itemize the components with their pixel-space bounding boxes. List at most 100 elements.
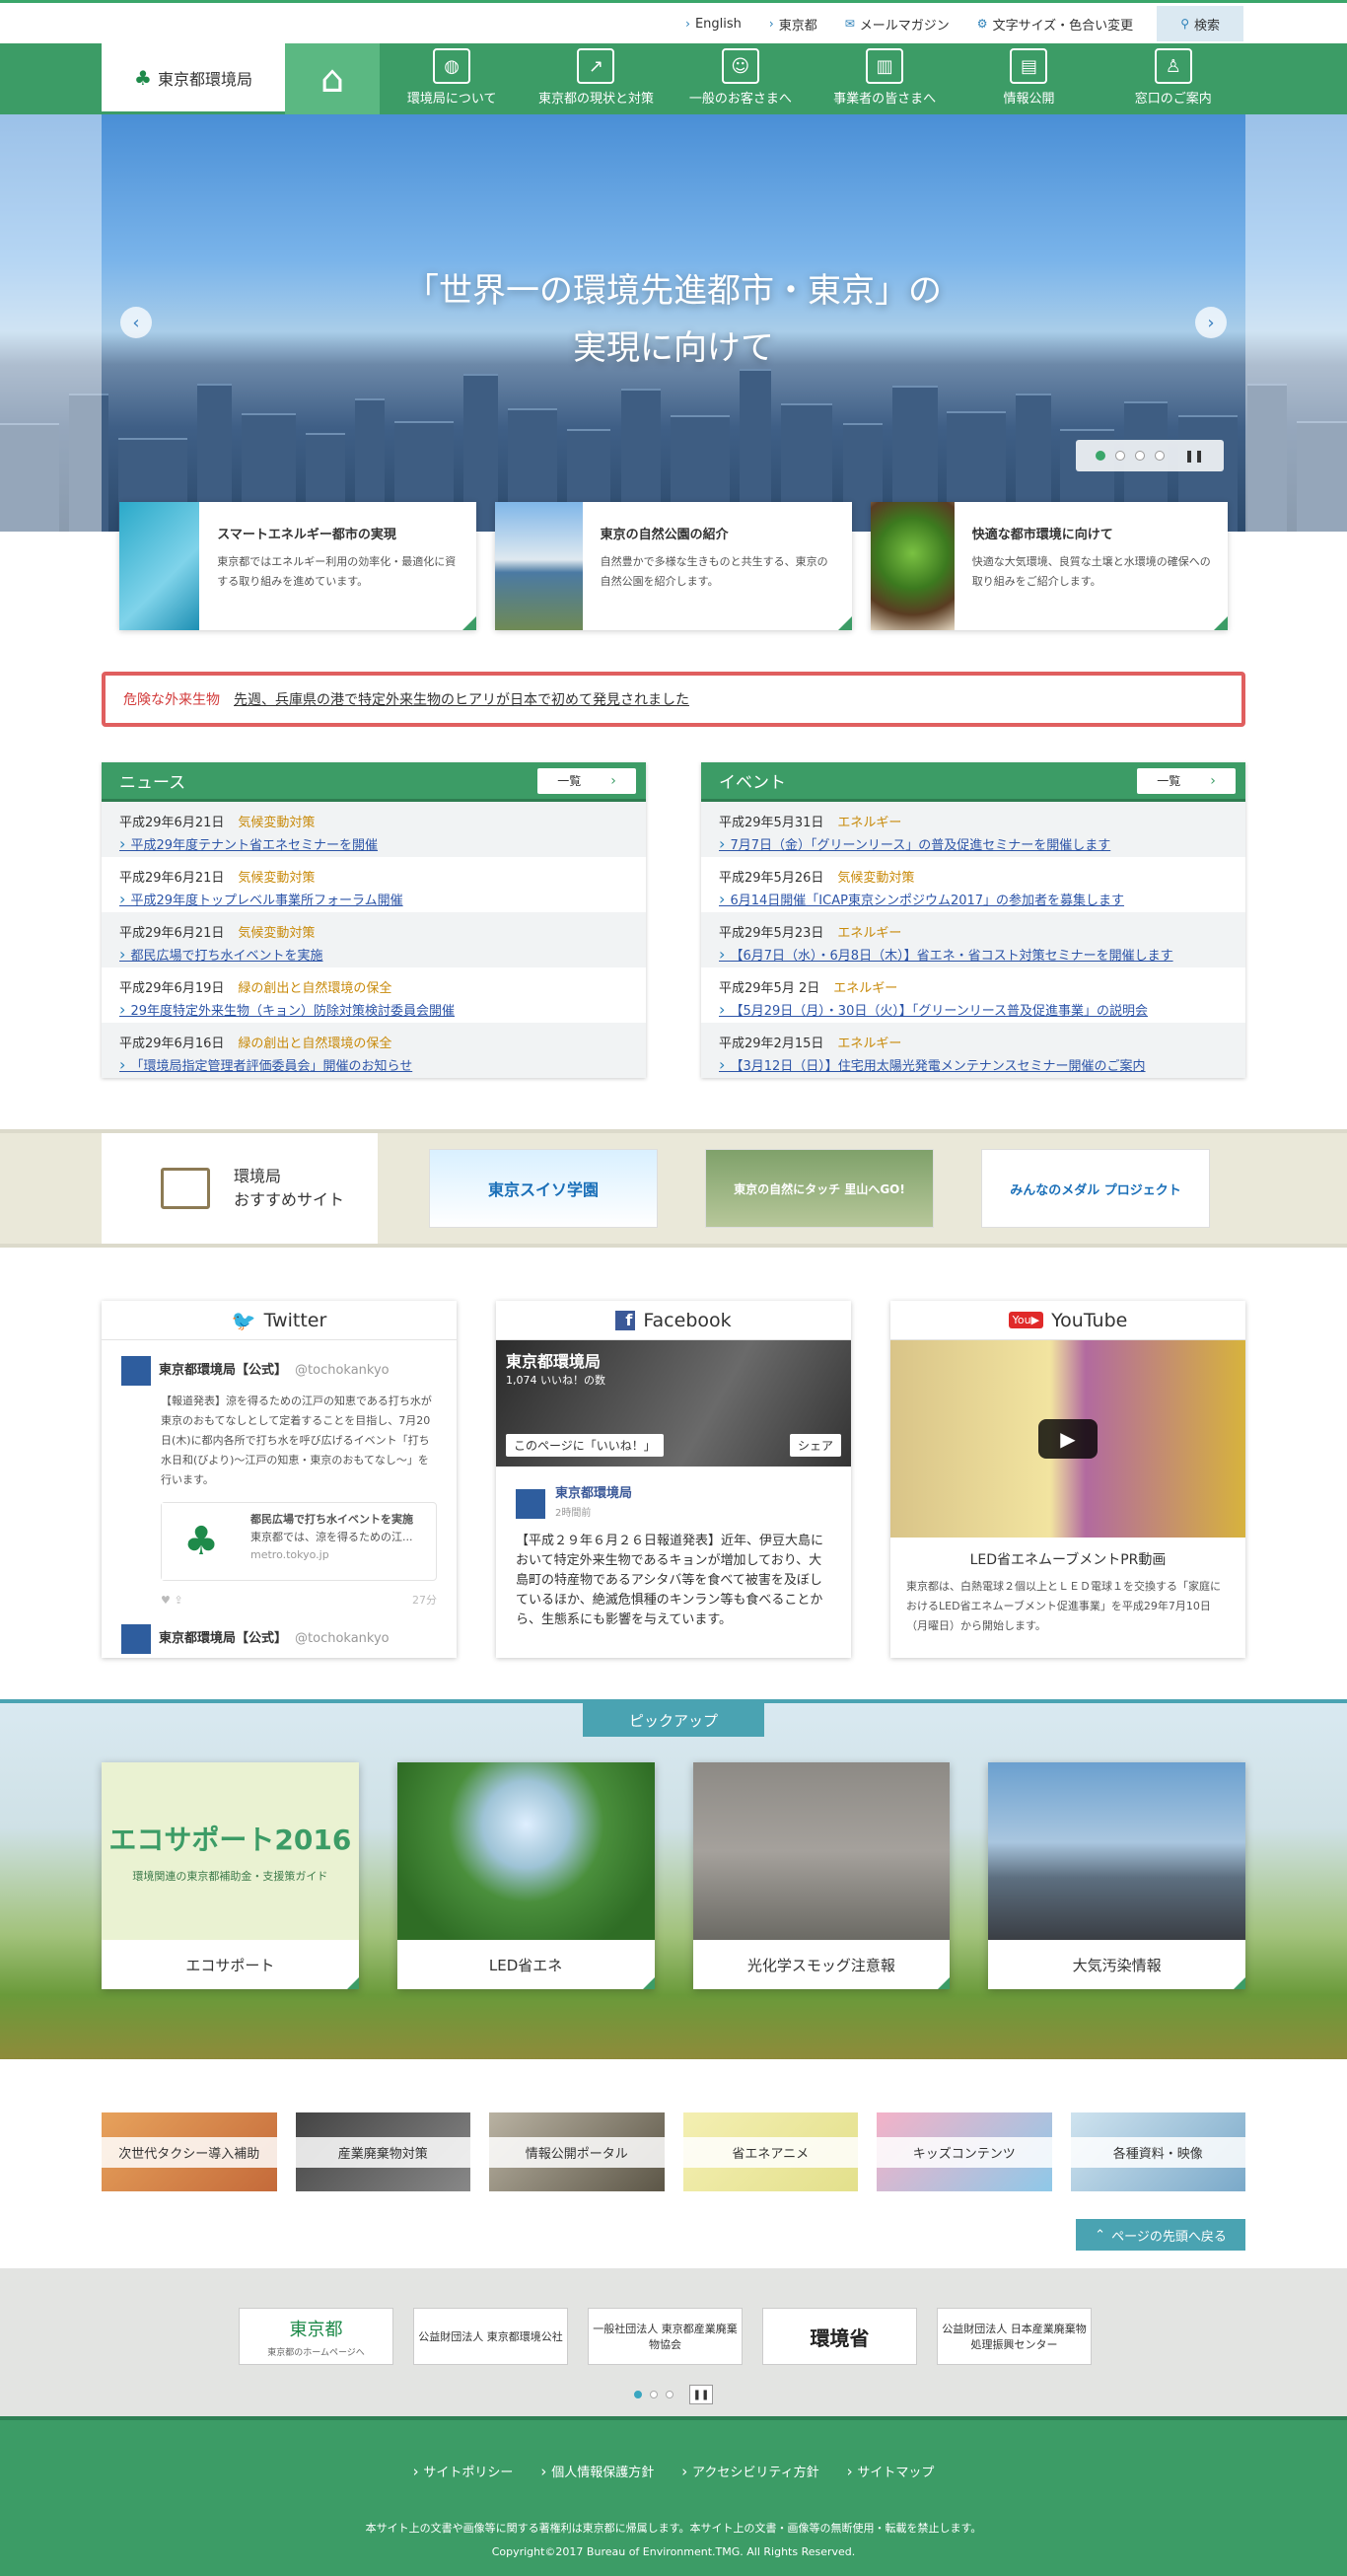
alert-banner: 危険な外来生物 先週、兵庫県の港で特定外来生物のヒアリが日本で初めて発見されまし… (0, 672, 1347, 727)
news-link[interactable]: 都民広場で打ち水イベントを実施 (119, 945, 628, 964)
feature-card-smart-energy[interactable]: スマートエネルギー都市の実現 東京都ではエネルギー利用の効率化・最適化に資する取り… (119, 502, 476, 630)
gear-icon: ⚙ (976, 17, 988, 31)
news-header: ニュース 一覧 › (102, 762, 646, 802)
related-jw[interactable]: 公益財団法人 日本産業廃棄物処理振興センター (937, 2308, 1092, 2365)
event-link[interactable]: 6月14日開催「ICAP東京シンポジウム2017」の参加者を募集します (719, 890, 1228, 908)
quick-link-materials[interactable]: 各種資料・映像 (1070, 2112, 1245, 2191)
carousel-dot[interactable] (1114, 451, 1125, 461)
pickup-air-pollution[interactable]: 大気汚染情報 (988, 1762, 1245, 1989)
nav-label: 情報公開 (1003, 92, 1055, 107)
quick-link-kids[interactable]: キッズコンテンツ (877, 2112, 1052, 2191)
search-label: 検索 (1193, 18, 1220, 34)
twitter-bird-icon: 🐦 (231, 1308, 256, 1332)
nav-status[interactable]: ↗ 東京都の現状と対策 (524, 43, 668, 114)
pickup-led[interactable]: LED省エネ (396, 1762, 655, 1989)
pickup-section: ピックアップ エコサポート2016 環境関連の東京都補助金・支援策ガイド エコサポ… (0, 1699, 1347, 2059)
news-link[interactable]: 「環境局指定管理者評価委員会」開催のお知らせ (119, 1055, 628, 1074)
alert-link[interactable]: 先週、兵庫県の港で特定外来生物のヒアリが日本で初めて発見されました (234, 689, 689, 709)
nav-about[interactable]: ◍ 環境局について (380, 43, 524, 114)
carousel-dot[interactable] (634, 2391, 642, 2398)
quick-link-anime[interactable]: 省エネアニメ (682, 2112, 858, 2191)
font-size-color-link[interactable]: ⚙ 文字サイズ・色合い変更 (977, 15, 1133, 34)
carousel-pause-button[interactable]: ❚❚ (1184, 449, 1204, 463)
fb-like-button[interactable]: このページに「いいね！」 (506, 1434, 664, 1457)
footer: サイトポリシー 個人情報保護方針 アクセシビリティ方針 サイトマップ 本サイト上… (0, 2416, 1347, 2576)
news-item: 平成29年6月16日緑の創出と自然環境の保全「環境局指定管理者評価委員会」開催の… (102, 1023, 646, 1078)
back-to-top-button[interactable]: ⌃ ページの先頭へ戻る (1076, 2219, 1245, 2251)
pause-button[interactable]: ❚❚ (689, 2385, 713, 2404)
fb-share-button[interactable]: シェア (789, 1434, 841, 1457)
feature-title: 快適な都市環境に向けて (971, 528, 1113, 542)
feature-card-nature-park[interactable]: 東京の自然公園の紹介 自然豊かで多様な生きものと共生する、東京の自然公園を紹介しま… (495, 502, 852, 630)
carousel-dot[interactable] (650, 2391, 658, 2398)
news-category: 緑の創出と自然環境の保全 (238, 981, 392, 996)
tweet-link-card[interactable]: ♣ 都民広場で打ち水イベントを実施 東京都では、涼を得るための江... metro.… (161, 1502, 437, 1581)
nav-business[interactable]: ▥ 事業者の皆さまへ (813, 43, 957, 114)
heart-icon[interactable]: ♥ ⇪ (161, 1591, 183, 1610)
pickup-smog[interactable]: 光化学スモッグ注意報 (692, 1762, 951, 1989)
news-date: 平成29年6月19日 (119, 981, 225, 996)
event-category: エネルギー (833, 981, 898, 996)
nav-contact[interactable]: ♙ 窓口のご案内 (1101, 43, 1245, 114)
carousel-prev-button[interactable]: ‹ (120, 307, 152, 338)
event-item: 平成29年5月31日エネルギー 7月7日（金）「グリーンリース」の普及促進セミナー… (701, 802, 1245, 857)
news-link[interactable]: 29年度特定外来生物（キョン）防除対策検討委員会開催 (119, 1000, 628, 1019)
site-logo[interactable]: ♣ 東京都環境局 (102, 43, 285, 114)
quick-link-waste[interactable]: 産業廃棄物対策 (295, 2112, 470, 2191)
carousel-dot[interactable] (1134, 451, 1145, 461)
carousel-dot[interactable] (1095, 451, 1105, 461)
news-link[interactable]: 平成29年度トップレベル事業所フォーラム開催 (119, 890, 628, 908)
banner-medal-project[interactable]: みんなのメダル プロジェクト (981, 1149, 1210, 1228)
facebook-icon: f (615, 1310, 636, 1330)
related-sanpai[interactable]: 一般社団法人 東京都産業廃棄物協会 (588, 2308, 743, 2365)
quick-link-label: 省エネアニメ (682, 2136, 858, 2168)
nav-home[interactable]: ⌂ (285, 43, 380, 114)
event-category: 気候変動対策 (837, 871, 915, 886)
feature-card-urban-env[interactable]: 快適な都市環境に向けて 快適な大気環境、良質な土壌と水環境の確保への取り組みをご紹… (871, 502, 1228, 630)
search-icon: ⚲ (1180, 17, 1189, 31)
event-date: 平成29年2月15日 (719, 1037, 824, 1051)
footer-link-policy[interactable]: サイトポリシー (413, 2462, 513, 2480)
footer-link-privacy[interactable]: 個人情報保護方針 (540, 2462, 654, 2480)
carousel-dot[interactable] (666, 2391, 674, 2398)
footer-copyright: Copyright©2017 Bureau of Environment.TMG… (491, 2545, 856, 2558)
mail-magazine-link[interactable]: ✉ メールマガジン (845, 15, 950, 34)
tokyo-link[interactable]: › 東京都 (769, 15, 817, 34)
banner-suiso-gakuen[interactable]: 東京スイソ学園 (429, 1149, 658, 1228)
search-button[interactable]: ⚲ 検索 (1157, 6, 1243, 41)
event-link[interactable]: 【6月7日（水）・6月8日（木）】省エネ・省コスト対策セミナーを開催します (719, 945, 1228, 964)
nav-label: 窓口のご案内 (1134, 92, 1212, 107)
news-link[interactable]: 平成29年度テナント省エネセミナーを開催 (119, 834, 628, 853)
footer-link-accessibility[interactable]: アクセシビリティ方針 (681, 2462, 819, 2480)
feature-desc: 東京都ではエネルギー利用の効率化・最適化に資する取り組みを進めています。 (217, 555, 457, 588)
nav-disclosure[interactable]: ▤ 情報公開 (957, 43, 1100, 114)
news-box: ニュース一覧› 平成29年6月21日気候変動対策平成29年度テナント省エネセミナ… (102, 762, 646, 1078)
smog-image (692, 1762, 951, 1940)
news-list-button[interactable]: 一覧 › (537, 767, 636, 794)
event-link[interactable]: 【5月29日（月）・30日（火）】「グリーンリース普及促進事業」の説明会 (719, 1000, 1228, 1019)
footer-link-sitemap[interactable]: サイトマップ (847, 2462, 934, 2480)
english-link[interactable]: › English (685, 17, 742, 32)
nav-citizens[interactable]: ☺ 一般のお客さまへ (669, 43, 813, 114)
nature-park-image (495, 502, 583, 630)
carousel-next-button[interactable]: › (1195, 307, 1227, 338)
youtube-video[interactable]: ▶ (890, 1340, 1245, 1538)
banner-satoyama[interactable]: 東京の自然にタッチ 里山へGO! (705, 1149, 934, 1228)
fb-post-page[interactable]: 東京都環境局 (555, 1486, 632, 1501)
play-icon[interactable]: ▶ (1038, 1419, 1098, 1459)
events-list-button[interactable]: 一覧 › (1137, 767, 1236, 794)
twitter-timeline[interactable]: 東京都環境局【公式】 @tochokankyo 【報道発表】涼を得るための江戸の知… (102, 1340, 457, 1658)
carousel-dot[interactable] (1154, 451, 1165, 461)
event-date: 平成29年5月26日 (719, 871, 824, 886)
related-kosha[interactable]: 公益財団法人 東京都環境公社 (413, 2308, 568, 2365)
quick-link-taxi[interactable]: 次世代タクシー導入補助 (102, 2112, 277, 2191)
event-link[interactable]: 【3月12日（日）】住宅用太陽光発電メンテナンスセミナー開催のご案内 (719, 1055, 1228, 1074)
related-moe[interactable]: 環境省 (762, 2308, 917, 2365)
hero-line-2: 実現に向けて (573, 328, 774, 368)
eco-support-banner-text: エコサポート2016 (108, 1824, 352, 1856)
pickup-eco-support[interactable]: エコサポート2016 環境関連の東京都補助金・支援策ガイド エコサポート (102, 1762, 359, 1989)
seedling-image (871, 502, 955, 630)
event-link[interactable]: 7月7日（金）「グリーンリース」の普及促進セミナーを開催します (719, 834, 1228, 853)
quick-link-portal[interactable]: 情報公開ポータル (489, 2112, 665, 2191)
related-tokyo[interactable]: 東京都 東京都のホームページへ (239, 2308, 393, 2365)
